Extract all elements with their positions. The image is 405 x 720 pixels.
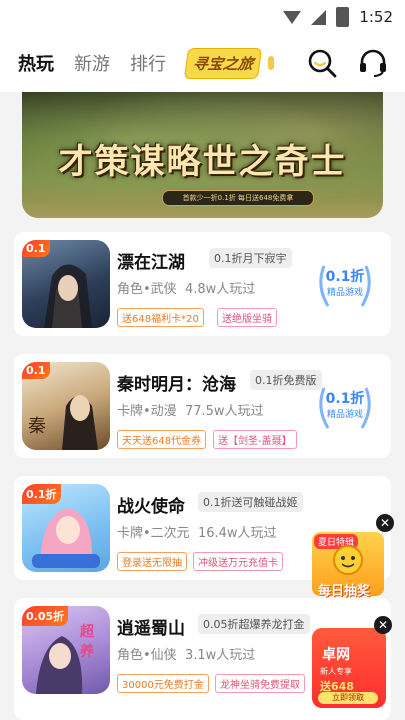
close-icon[interactable]: ✕	[374, 616, 392, 634]
game-meta: 卡牌•动漫 77.5w人玩过	[117, 400, 264, 419]
search-icon[interactable]	[307, 48, 337, 78]
promo-chip: 0.1折免费版	[250, 370, 322, 390]
tab-treasure[interactable]: 寻宝之旅	[183, 47, 263, 79]
svg-text:养: 养	[79, 643, 95, 660]
game-card[interactable]: 秦 0.1 秦时明月：沧海 0.1折免费版 卡牌•动漫 77.5w人玩过 天天送…	[14, 354, 391, 458]
benefit-badge: 登录送无限抽	[117, 552, 187, 571]
lottery-label: 每日抽奖	[318, 584, 371, 599]
player-count: 3.1w人玩过	[184, 648, 256, 663]
promo-brand: 卓网	[322, 647, 350, 663]
benefit-badge: 天天送648代金券	[117, 430, 207, 449]
game-genre: 卡牌•二次元	[117, 526, 190, 541]
game-genre: 卡牌•动漫	[117, 404, 177, 419]
discount-tag: 0.1	[22, 362, 50, 379]
tab-ranking[interactable]: 排行	[130, 50, 166, 76]
discount-tag: 0.05折	[22, 606, 69, 626]
game-meta: 角色•武侠 4.8w人玩过	[117, 278, 255, 297]
game-genre: 角色•仙侠	[117, 648, 177, 663]
laurel-discount: 0.1折	[325, 391, 365, 407]
benefit-badge: 冲级送万元充值卡	[193, 552, 283, 571]
tab-hot[interactable]: 热玩	[18, 50, 54, 76]
status-bar: 1:52	[0, 0, 405, 34]
tab-overflow-indicator	[268, 56, 275, 70]
player-count: 16.4w人玩过	[197, 526, 277, 541]
benefit-badge: 送【剑圣-盖聂】	[213, 430, 297, 449]
game-icon: 超 养 0.05折	[22, 606, 110, 694]
promo-chip: 0.05折超爆养龙打金	[198, 614, 310, 634]
quality-laurel: 0.1折 精品游戏	[314, 382, 376, 434]
signal-icon	[311, 9, 327, 25]
daily-lottery-widget[interactable]: 夏日特辑 每日抽奖 ✕	[312, 514, 396, 606]
promo-subtitle: 新人专享	[320, 667, 352, 676]
player-count: 4.8w人玩过	[184, 282, 256, 297]
game-icon: 秦 0.1	[22, 362, 110, 450]
game-feed: 才策谋略世之奇士 首款少一折0.1折 每日送648免费拿 0.1 漂在江湖 0.…	[0, 92, 405, 720]
game-title: 漂在江湖	[117, 253, 185, 273]
benefit-badge: 龙神坐骑免费提取	[215, 674, 305, 693]
game-card[interactable]: 0.1 漂在江湖 0.1折月下寂宇 角色•武侠 4.8w人玩过 送648福利卡*…	[14, 232, 391, 336]
discount-tag: 0.1折	[22, 484, 61, 504]
benefit-badge: 送648福利卡*20	[117, 308, 204, 327]
newcomer-promo-widget[interactable]: 卓网 新人专享 送648 立即领取 ✕	[312, 616, 396, 716]
tab-new[interactable]: 新游	[74, 50, 110, 76]
battery-icon	[336, 7, 350, 27]
customer-service-icon[interactable]	[358, 48, 388, 78]
player-count: 77.5w人玩过	[184, 404, 264, 419]
promo-box[interactable]: 卓网 新人专享 送648 立即领取	[312, 628, 386, 708]
claim-button[interactable]: 立即领取	[318, 692, 378, 704]
top-nav: 热玩 新游 排行 寻宝之旅	[0, 34, 405, 92]
svg-text:超: 超	[79, 623, 95, 640]
game-title: 战火使命	[117, 497, 185, 517]
game-genre: 角色•武侠	[117, 282, 177, 297]
promo-chip: 0.1折送可触碰战姬	[198, 492, 303, 512]
game-title: 秦时明月：沧海	[117, 375, 236, 395]
benefit-badge: 送绝版坐骑	[217, 308, 277, 327]
banner-subtitle: 首款少一折0.1折 每日送648免费拿	[162, 190, 314, 206]
lottery-mascot-icon	[333, 545, 363, 575]
close-icon[interactable]: ✕	[376, 514, 394, 532]
game-meta: 角色•仙侠 3.1w人玩过	[117, 644, 255, 663]
game-title: 逍遥蜀山	[117, 619, 185, 639]
banner-title: 才策谋略世之奇士	[58, 142, 347, 182]
svg-text:秦: 秦	[28, 416, 46, 437]
game-icon: 0.1折	[22, 484, 110, 572]
laurel-discount: 0.1折	[325, 269, 365, 285]
laurel-caption: 精品游戏	[326, 410, 363, 420]
game-icon: 0.1	[22, 240, 110, 328]
promo-chip: 0.1折月下寂宇	[209, 248, 292, 268]
discount-tag: 0.1	[22, 240, 50, 257]
lottery-box[interactable]: 夏日特辑 每日抽奖	[312, 532, 384, 599]
status-time: 1:52	[359, 8, 393, 26]
wifi-icon	[283, 10, 302, 24]
laurel-caption: 精品游戏	[326, 288, 363, 298]
promo-banner[interactable]: 才策谋略世之奇士 首款少一折0.1折 每日送648免费拿	[22, 92, 383, 218]
quality-laurel: 0.1折 精品游戏	[314, 260, 376, 312]
game-meta: 卡牌•二次元 16.4w人玩过	[117, 522, 277, 541]
benefit-badge: 30000元免费打金	[117, 674, 209, 693]
